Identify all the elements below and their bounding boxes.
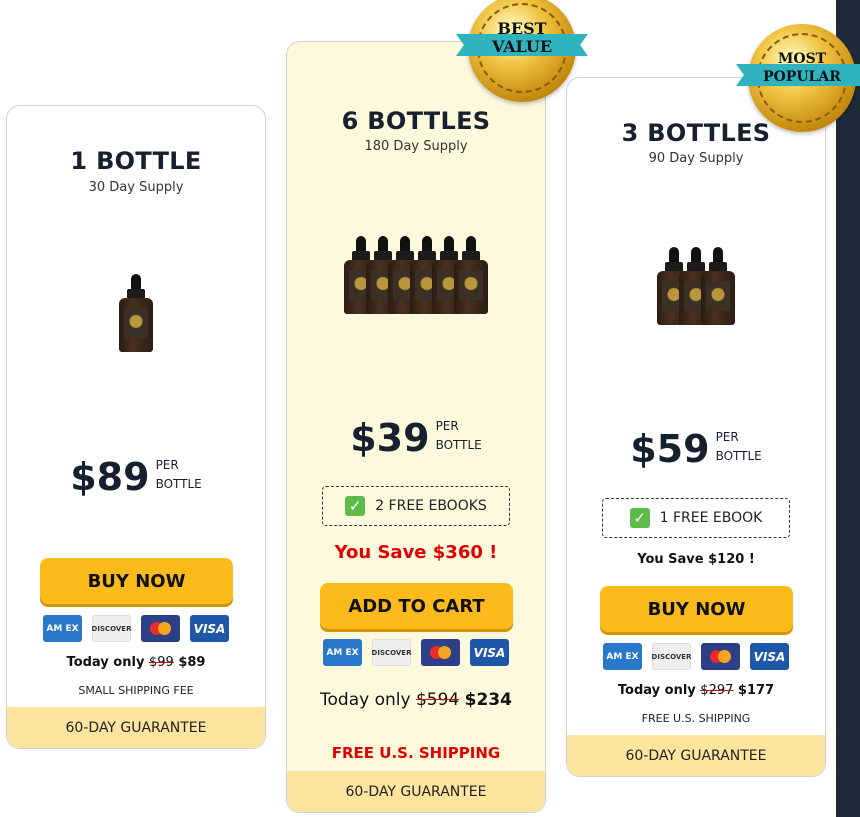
product-bottles-image	[287, 236, 545, 314]
amex-card-icon: AM EX	[43, 615, 82, 642]
today-price-line: Today only $594 $234	[320, 690, 512, 710]
best-value-badge-text: BEST VALUE	[491, 19, 553, 56]
new-price: $177	[737, 683, 775, 698]
bottle-image	[701, 247, 735, 325]
product-bottles-image	[7, 274, 265, 352]
free-ebook-label: 1 FREE EBOOK	[659, 510, 763, 526]
product-bottles-image	[567, 247, 825, 325]
payment-cards: AM EX DISCOVER VISA	[7, 615, 265, 642]
most-popular-badge-text: MOST POPULAR	[763, 51, 841, 85]
discover-card-icon: DISCOVER	[372, 639, 411, 666]
mastercard-icon	[421, 639, 460, 666]
pricing-card-1-bottle: 1 BOTTLE 30 Day Supply $89 PER BOTTLE BUY…	[6, 105, 266, 749]
today-price-line: Today only $297 $177	[617, 683, 775, 698]
shipping-note: FREE U.S. SHIPPING	[641, 712, 751, 725]
guarantee-bar: 60-DAY GUARANTEE	[287, 771, 545, 812]
old-price: $297	[700, 683, 734, 698]
card-subtitle: 180 Day Supply	[364, 139, 468, 154]
checkmark-icon: ✓	[345, 496, 366, 516]
new-price: $89	[178, 655, 206, 670]
visa-card-icon: VISA	[750, 643, 789, 670]
payment-cards: AM EX DISCOVER VISA	[567, 643, 825, 670]
per-bottle-label: PER BOTTLE	[435, 419, 482, 452]
checkmark-icon: ✓	[629, 508, 650, 528]
free-ebook-box: ✓ 1 FREE EBOOK	[602, 498, 790, 538]
old-price: $99	[148, 655, 174, 670]
shipping-note: FREE U.S. SHIPPING	[331, 744, 501, 762]
card-title: 6 BOTTLES	[341, 107, 491, 135]
amex-card-icon: AM EX	[603, 643, 642, 670]
pricing-card-6-bottles: 6 BOTTLES 180 Day Supply $39 PER BOTTLE ✓…	[286, 41, 546, 813]
price: $39	[350, 416, 430, 460]
mastercard-icon	[141, 615, 180, 642]
guarantee-bar: 60-DAY GUARANTEE	[567, 735, 825, 776]
bottle-image	[119, 274, 153, 352]
per-bottle-label: PER BOTTLE	[715, 430, 762, 463]
mastercard-icon	[701, 643, 740, 670]
price-row: $39 PER BOTTLE	[287, 415, 545, 461]
price-row: $89 PER BOTTLE	[7, 454, 265, 500]
discover-card-icon: DISCOVER	[92, 615, 131, 642]
visa-card-icon: VISA	[190, 615, 229, 642]
guarantee-bar: 60-DAY GUARANTEE	[7, 707, 265, 748]
new-price: $234	[464, 690, 512, 710]
today-price-line: Today only $99 $89	[66, 655, 206, 670]
pricing-card-3-bottles: 3 BOTTLES 90 Day Supply $59 PER BOTTLE ✓ …	[566, 77, 826, 777]
card-title: 1 BOTTLE	[70, 147, 202, 175]
free-ebooks-box: ✓ 2 FREE EBOOKS	[322, 486, 510, 526]
visa-card-icon: VISA	[470, 639, 509, 666]
card-subtitle: 90 Day Supply	[648, 151, 744, 166]
card-subtitle: 30 Day Supply	[88, 180, 184, 195]
payment-cards: AM EX DISCOVER VISA	[287, 639, 545, 666]
buy-now-button[interactable]: BUY NOW	[600, 586, 793, 632]
shipping-note: SMALL SHIPPING FEE	[78, 684, 194, 697]
price: $59	[630, 427, 710, 471]
bottle-image	[454, 236, 488, 314]
per-bottle-label: PER BOTTLE	[155, 458, 202, 491]
old-price: $594	[415, 690, 460, 710]
free-ebooks-label: 2 FREE EBOOKS	[375, 498, 487, 514]
you-save-text: You Save $360 !	[334, 542, 498, 563]
discover-card-icon: DISCOVER	[652, 643, 691, 670]
price-row: $59 PER BOTTLE	[567, 426, 825, 472]
buy-now-button[interactable]: BUY NOW	[40, 558, 233, 604]
page-side-strip	[836, 0, 860, 817]
most-popular-badge: MOST POPULAR	[736, 24, 860, 132]
amex-card-icon: AM EX	[323, 639, 362, 666]
you-save-text: You Save $120 !	[637, 552, 755, 567]
add-to-cart-button[interactable]: ADD TO CART	[320, 583, 513, 629]
best-value-badge: BEST VALUE	[456, 0, 588, 102]
price: $89	[70, 455, 150, 499]
